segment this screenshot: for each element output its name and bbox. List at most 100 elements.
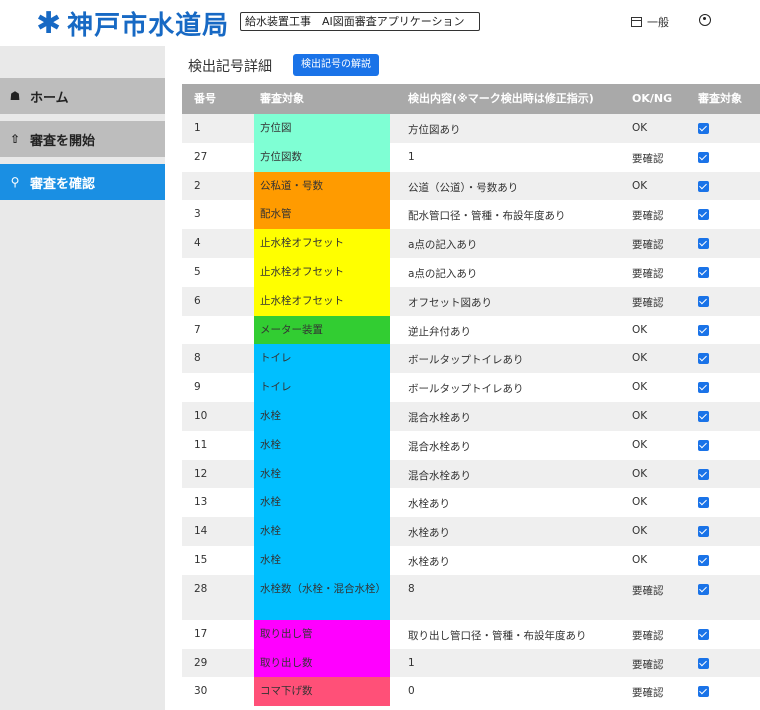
sidebar: ☗ ホーム ⇧ 審査を開始 ⚲ 審査を確認 xyxy=(0,46,165,710)
sidebar-item-label: ホーム xyxy=(30,90,69,106)
review-target-cell: 水栓数（水栓・混合水栓） xyxy=(254,574,390,620)
result-status: 要確認 xyxy=(632,152,664,165)
table-body: 1 方位図 方位図あり OK 27 方位図数 1 要確認 2 公私道・号数 公道（公道）・号数あり O… xyxy=(182,114,760,707)
review-target-cell: 方位図数 xyxy=(254,142,390,172)
review-target-cell: 水栓 xyxy=(254,545,390,575)
sidebar-item-check-review[interactable]: ⚲ 審査を確認 xyxy=(0,164,165,200)
table-row: 14 水栓 水栓あり OK xyxy=(182,517,760,546)
review-target-cell: トイレ xyxy=(254,373,390,402)
detection-content: a点の記入あり xyxy=(408,267,478,280)
symbol-explanation-button[interactable]: 検出記号の解説 xyxy=(293,54,379,76)
search-icon: ⚲ xyxy=(10,175,20,189)
review-target-cell: トイレ xyxy=(254,344,390,374)
table-row: 6 止水栓オフセット オフセット図あり 要確認 xyxy=(182,286,760,316)
review-target-checkbox[interactable] xyxy=(698,657,709,669)
review-target-cell: 水栓 xyxy=(254,488,390,518)
result-status: OK xyxy=(632,122,648,134)
review-target-cell: 止水栓オフセット xyxy=(254,229,390,258)
detection-content: 水栓あり xyxy=(408,498,450,511)
review-target-checkbox[interactable] xyxy=(698,526,709,538)
row-number: 7 xyxy=(194,323,201,336)
review-target-cell: 取り出し数 xyxy=(254,648,390,678)
review-target-checkbox[interactable] xyxy=(698,686,709,698)
result-status: OK xyxy=(632,381,648,394)
review-target-checkbox[interactable] xyxy=(698,439,709,451)
logo-mark-icon: ✱ xyxy=(36,5,62,41)
review-target-checkbox[interactable] xyxy=(698,468,709,480)
detection-content: 水栓あり xyxy=(408,527,450,540)
sidebar-item-start-review[interactable]: ⇧ 審査を開始 xyxy=(0,121,165,157)
user-role-menu[interactable]: 一般 xyxy=(631,14,669,30)
detection-content: 取り出し管口径・管種・布設年度あり xyxy=(408,629,587,642)
row-number: 17 xyxy=(194,627,208,640)
window-icon xyxy=(631,17,642,27)
result-status: OK xyxy=(632,553,648,566)
row-number: 12 xyxy=(194,467,208,480)
review-target-checkbox[interactable] xyxy=(698,295,709,307)
detection-content: ボールタップトイレあり xyxy=(408,383,524,396)
result-status: 要確認 xyxy=(632,210,664,223)
review-target-checkbox[interactable] xyxy=(698,382,709,394)
result-status: OK xyxy=(632,467,648,480)
table-header: 番号 審査対象 検出内容(※マーク検出時は修正指示) OK/NG 審査対象 xyxy=(182,84,760,114)
review-target-checkbox[interactable] xyxy=(698,583,709,595)
review-target-cell: 止水栓オフセット xyxy=(254,286,390,316)
detection-content: 1 xyxy=(408,656,415,669)
home-icon: ☗ xyxy=(9,89,21,103)
detection-content: 配水管口径・管種・布設年度あり xyxy=(408,210,566,223)
result-status: OK xyxy=(632,525,648,538)
review-target-checkbox[interactable] xyxy=(698,209,709,221)
app-header: ✱ 神戸市水道局 給水装置工事 AI図面審査アプリケーション 一般 xyxy=(0,0,760,46)
table-row: 30 コマ下げ数 0 要確認 xyxy=(182,677,760,707)
row-number: 15 xyxy=(194,553,208,566)
review-target-cell: 取り出し管 xyxy=(254,619,390,649)
row-number: 3 xyxy=(194,208,201,221)
row-number: 9 xyxy=(194,381,201,394)
row-number: 30 xyxy=(194,685,208,698)
review-target-checkbox[interactable] xyxy=(698,324,709,336)
table-row: 9 トイレ ボールタップトイレあり OK xyxy=(182,373,760,402)
column-header-content: 検出内容(※マーク検出時は修正指示) xyxy=(408,92,594,105)
review-target-checkbox[interactable] xyxy=(698,180,709,192)
detection-content: 混合水栓あり xyxy=(408,469,471,482)
sidebar-item-home[interactable]: ☗ ホーム xyxy=(0,78,165,114)
table-row: 3 配水管 配水管口径・管種・布設年度あり 要確認 xyxy=(182,200,760,230)
row-number: 2 xyxy=(194,179,201,192)
review-target-checkbox[interactable] xyxy=(698,410,709,422)
logo[interactable]: ✱ 神戸市水道局 xyxy=(36,5,229,42)
row-number: 4 xyxy=(194,237,201,250)
account-icon[interactable] xyxy=(699,14,711,26)
result-status: OK xyxy=(632,496,648,509)
review-target-checkbox[interactable] xyxy=(698,353,709,365)
column-header-okng: OK/NG xyxy=(632,92,673,105)
app-title: 給水装置工事 AI図面審査アプリケーション xyxy=(240,12,480,31)
table-row: 2 公私道・号数 公道（公道）・号数あり OK xyxy=(182,171,760,201)
review-target-checkbox[interactable] xyxy=(698,628,709,640)
user-role-label: 一般 xyxy=(647,16,669,29)
page-title: 検出記号詳細 xyxy=(188,59,272,75)
table-row: 15 水栓 水栓あり OK xyxy=(182,545,760,575)
review-target-cell: 水栓 xyxy=(254,430,390,460)
row-number: 8 xyxy=(194,352,201,365)
result-status: 要確認 xyxy=(632,239,664,252)
detection-content: 8 xyxy=(408,582,415,595)
detection-content: 水栓あり xyxy=(408,555,450,568)
review-target-cell: メーター装置 xyxy=(254,315,390,345)
table-row: 13 水栓 水栓あり OK xyxy=(182,488,760,518)
review-target-checkbox[interactable] xyxy=(698,497,709,509)
review-target-cell: 配水管 xyxy=(254,200,390,230)
review-target-checkbox[interactable] xyxy=(698,554,709,566)
result-status: OK xyxy=(632,179,648,192)
logo-text: 神戸市水道局 xyxy=(67,11,230,41)
result-status: OK xyxy=(632,438,648,451)
result-status: 要確認 xyxy=(632,629,664,642)
review-target-checkbox[interactable] xyxy=(698,266,709,278)
detection-content: 混合水栓あり xyxy=(408,411,471,424)
detection-content: a点の記入あり xyxy=(408,239,478,252)
review-target-checkbox[interactable] xyxy=(698,238,709,250)
review-target-checkbox[interactable] xyxy=(698,151,709,163)
result-status: 要確認 xyxy=(632,658,664,671)
table-row: 10 水栓 混合水栓あり OK xyxy=(182,401,760,431)
review-target-checkbox[interactable] xyxy=(698,123,709,134)
column-header-target: 審査対象 xyxy=(260,92,304,105)
